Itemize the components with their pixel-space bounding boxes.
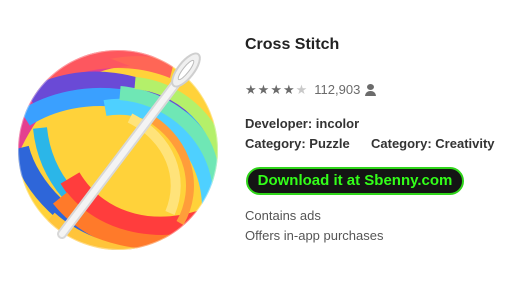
contains-ads-label: Contains ads — [245, 208, 321, 223]
developer-label: Developer: incolor — [245, 116, 360, 131]
yarn-ball-with-needle-icon — [17, 49, 219, 251]
rating-count: 112,903 — [314, 82, 361, 97]
person-icon — [365, 83, 377, 96]
star-icon: ★ — [257, 82, 270, 97]
star-icon: ★ — [282, 82, 295, 97]
star-icon: ★ — [245, 82, 257, 97]
app-title: Cross Stitch — [245, 36, 340, 53]
rating-row: ★ ★ ★ ★ ★ 112,903 — [245, 82, 377, 97]
star-rating: ★ ★ ★ ★ ★ — [245, 83, 308, 96]
category-puzzle-label: Category: Puzzle — [245, 136, 350, 151]
download-button[interactable]: Download it at Sbenny.com — [246, 167, 464, 195]
category-creativity-label: Category: Creativity — [371, 136, 495, 151]
star-icon: ★ — [270, 82, 282, 97]
in-app-purchases-label: Offers in-app purchases — [245, 228, 384, 243]
app-icon — [10, 38, 230, 258]
half-star-icon: ★ — [295, 82, 308, 97]
